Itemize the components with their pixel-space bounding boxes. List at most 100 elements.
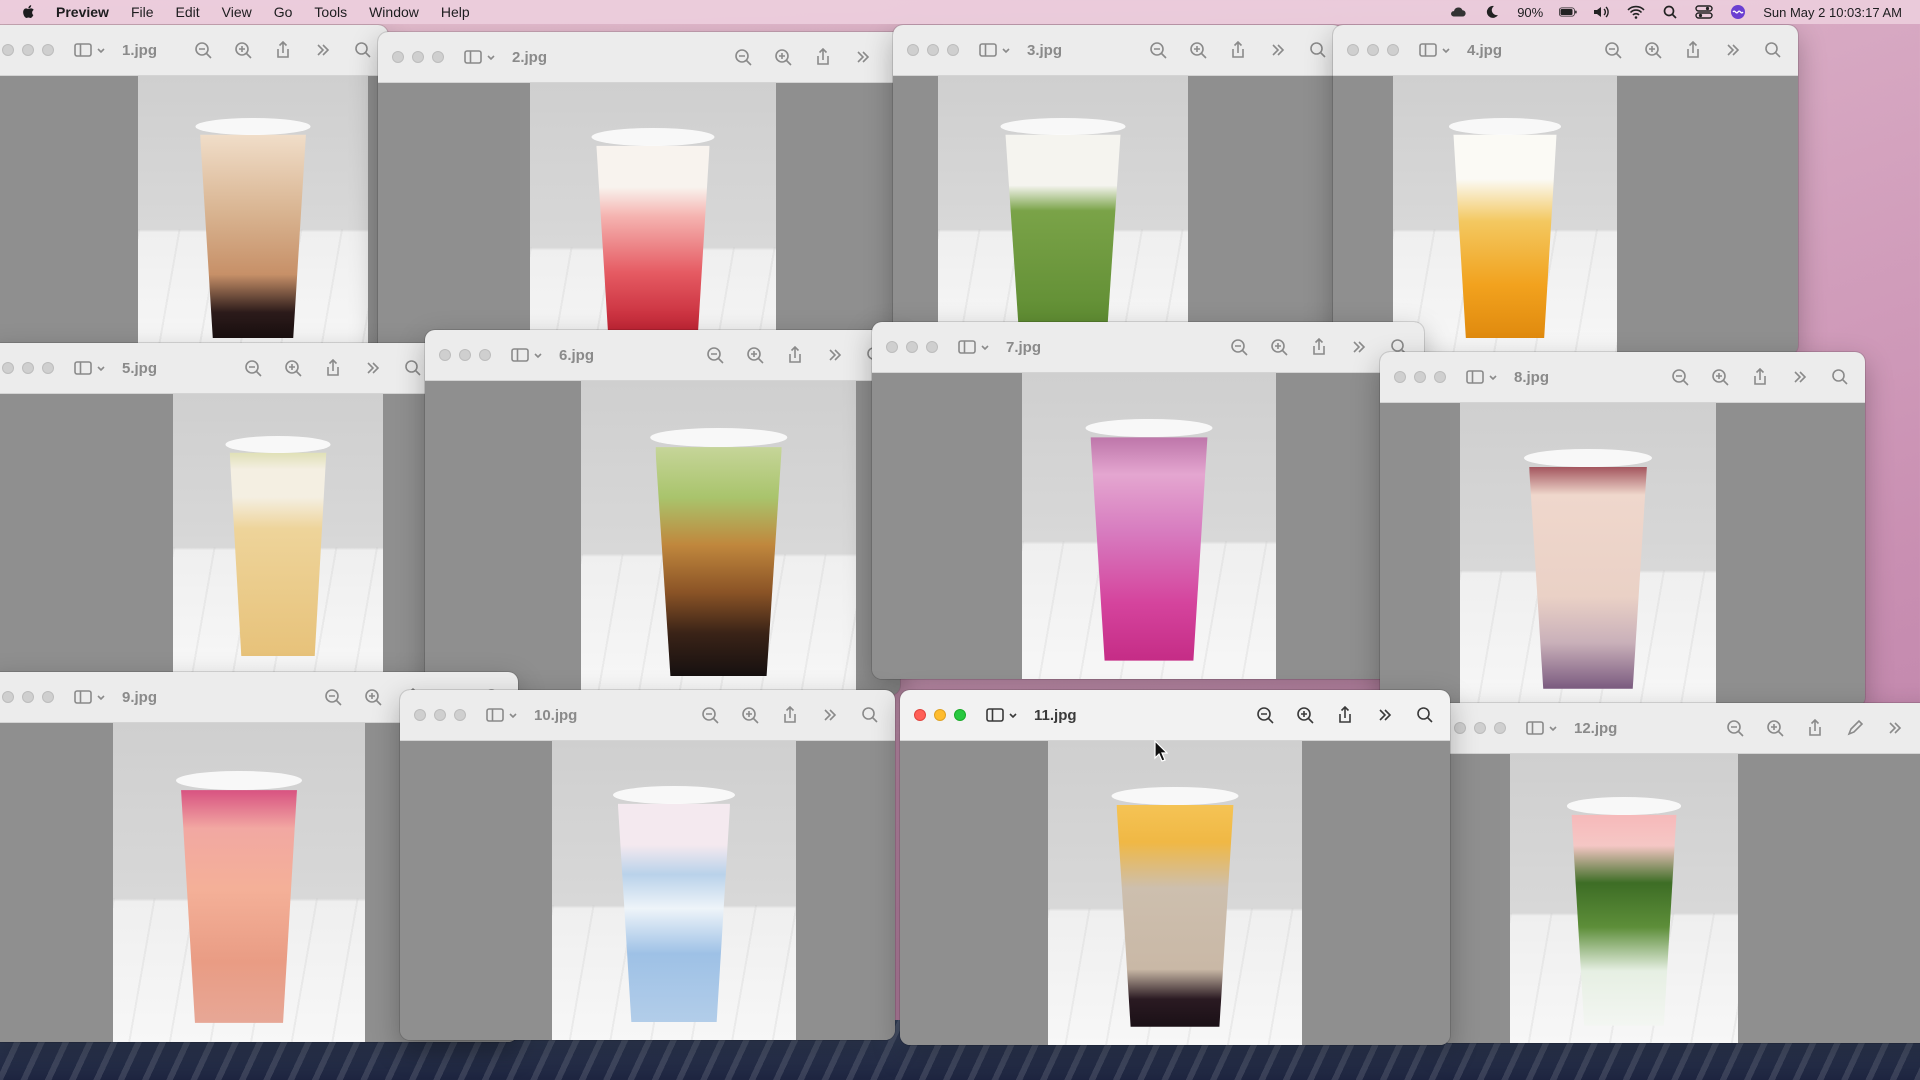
volume-icon[interactable] [1593, 5, 1611, 19]
zoom-in-icon[interactable] [1296, 706, 1314, 724]
chevron-down-icon[interactable] [533, 350, 543, 360]
more-chevrons-icon[interactable] [854, 48, 872, 66]
more-chevrons-icon[interactable] [364, 359, 382, 377]
share-icon[interactable] [274, 41, 292, 59]
sidebar-toggle-button[interactable] [986, 706, 1018, 724]
image-canvas[interactable] [0, 76, 388, 355]
preview-window[interactable]: 3.jpg [893, 25, 1343, 355]
more-chevrons-icon[interactable] [1886, 719, 1904, 737]
image-canvas[interactable] [400, 741, 895, 1040]
close-button[interactable] [2, 691, 14, 703]
preview-window[interactable]: 11.jpg [900, 690, 1450, 1045]
sidebar-icon[interactable] [74, 688, 92, 706]
menu-edit[interactable]: Edit [176, 4, 200, 20]
sidebar-icon[interactable] [986, 706, 1004, 724]
zoom-out-icon[interactable] [734, 48, 752, 66]
control-center-icon[interactable] [1695, 5, 1713, 19]
preview-window[interactable]: 1.jpg [0, 25, 388, 355]
zoom-in-icon[interactable] [1189, 41, 1207, 59]
sidebar-toggle-button[interactable] [464, 48, 496, 66]
close-button[interactable] [914, 709, 926, 721]
share-icon[interactable] [1229, 41, 1247, 59]
preview-window[interactable]: 10.jpg [400, 690, 895, 1040]
chevron-down-icon[interactable] [1001, 45, 1011, 55]
sidebar-icon[interactable] [511, 346, 529, 364]
chevron-down-icon[interactable] [1008, 710, 1018, 720]
close-button[interactable] [439, 349, 451, 361]
zoom-out-icon[interactable] [324, 688, 342, 706]
share-icon[interactable] [1806, 719, 1824, 737]
menu-app-preview[interactable]: Preview [56, 4, 109, 20]
zoom-out-icon[interactable] [706, 346, 724, 364]
sidebar-toggle-button[interactable] [511, 346, 543, 364]
zoom-button[interactable] [1494, 722, 1506, 734]
zoom-button[interactable] [42, 362, 54, 374]
close-button[interactable] [907, 44, 919, 56]
minimize-button[interactable] [412, 51, 424, 63]
preview-window[interactable]: 6.jpg [425, 330, 900, 695]
image-canvas[interactable] [0, 394, 438, 673]
moon-icon[interactable] [1483, 5, 1501, 19]
search-icon[interactable] [1309, 41, 1327, 59]
zoom-button[interactable] [42, 691, 54, 703]
share-icon[interactable] [781, 706, 799, 724]
sidebar-icon[interactable] [464, 48, 482, 66]
minimize-button[interactable] [434, 709, 446, 721]
sidebar-toggle-button[interactable] [1526, 719, 1558, 737]
image-canvas[interactable] [872, 373, 1424, 679]
search-icon[interactable] [404, 359, 422, 377]
minimize-button[interactable] [927, 44, 939, 56]
more-chevrons-icon[interactable] [826, 346, 844, 364]
zoom-button[interactable] [947, 44, 959, 56]
preview-window[interactable]: 5.jpg [0, 343, 438, 673]
sidebar-toggle-button[interactable] [74, 688, 106, 706]
zoom-in-icon[interactable] [1766, 719, 1784, 737]
search-icon[interactable] [861, 706, 879, 724]
chevron-down-icon[interactable] [508, 710, 518, 720]
preview-window[interactable]: 12.jpg [1440, 703, 1920, 1043]
close-button[interactable] [1454, 722, 1466, 734]
minimize-button[interactable] [934, 709, 946, 721]
share-icon[interactable] [1336, 706, 1354, 724]
image-canvas[interactable] [893, 76, 1343, 355]
more-chevrons-icon[interactable] [821, 706, 839, 724]
sidebar-toggle-button[interactable] [1466, 368, 1498, 386]
zoom-button[interactable] [432, 51, 444, 63]
sidebar-icon[interactable] [958, 338, 976, 356]
zoom-out-icon[interactable] [1726, 719, 1744, 737]
minimize-button[interactable] [22, 691, 34, 703]
chevron-down-icon[interactable] [486, 52, 496, 62]
zoom-out-icon[interactable] [1149, 41, 1167, 59]
zoom-in-icon[interactable] [284, 359, 302, 377]
search-icon[interactable] [1831, 368, 1849, 386]
minimize-button[interactable] [22, 362, 34, 374]
close-button[interactable] [886, 341, 898, 353]
minimize-button[interactable] [1414, 371, 1426, 383]
minimize-button[interactable] [1474, 722, 1486, 734]
zoom-out-icon[interactable] [1230, 338, 1248, 356]
close-button[interactable] [2, 362, 14, 374]
zoom-out-icon[interactable] [1256, 706, 1274, 724]
sidebar-toggle-button[interactable] [486, 706, 518, 724]
battery-icon[interactable] [1559, 5, 1577, 19]
zoom-in-icon[interactable] [234, 41, 252, 59]
sidebar-icon[interactable] [486, 706, 504, 724]
close-button[interactable] [414, 709, 426, 721]
more-chevrons-icon[interactable] [1269, 41, 1287, 59]
sidebar-icon[interactable] [1419, 41, 1437, 59]
more-chevrons-icon[interactable] [1724, 41, 1742, 59]
zoom-out-icon[interactable] [194, 41, 212, 59]
chevron-down-icon[interactable] [96, 363, 106, 373]
spotlight-search-icon[interactable] [1661, 5, 1679, 19]
markup-icon[interactable] [1846, 719, 1864, 737]
chevron-down-icon[interactable] [1441, 45, 1451, 55]
search-icon[interactable] [1416, 706, 1434, 724]
image-canvas[interactable] [1380, 403, 1865, 707]
cloud-icon[interactable] [1449, 5, 1467, 19]
menu-file[interactable]: File [131, 4, 154, 20]
sidebar-toggle-button[interactable] [74, 41, 106, 59]
zoom-out-icon[interactable] [701, 706, 719, 724]
zoom-in-icon[interactable] [364, 688, 382, 706]
close-button[interactable] [1347, 44, 1359, 56]
share-icon[interactable] [1310, 338, 1328, 356]
